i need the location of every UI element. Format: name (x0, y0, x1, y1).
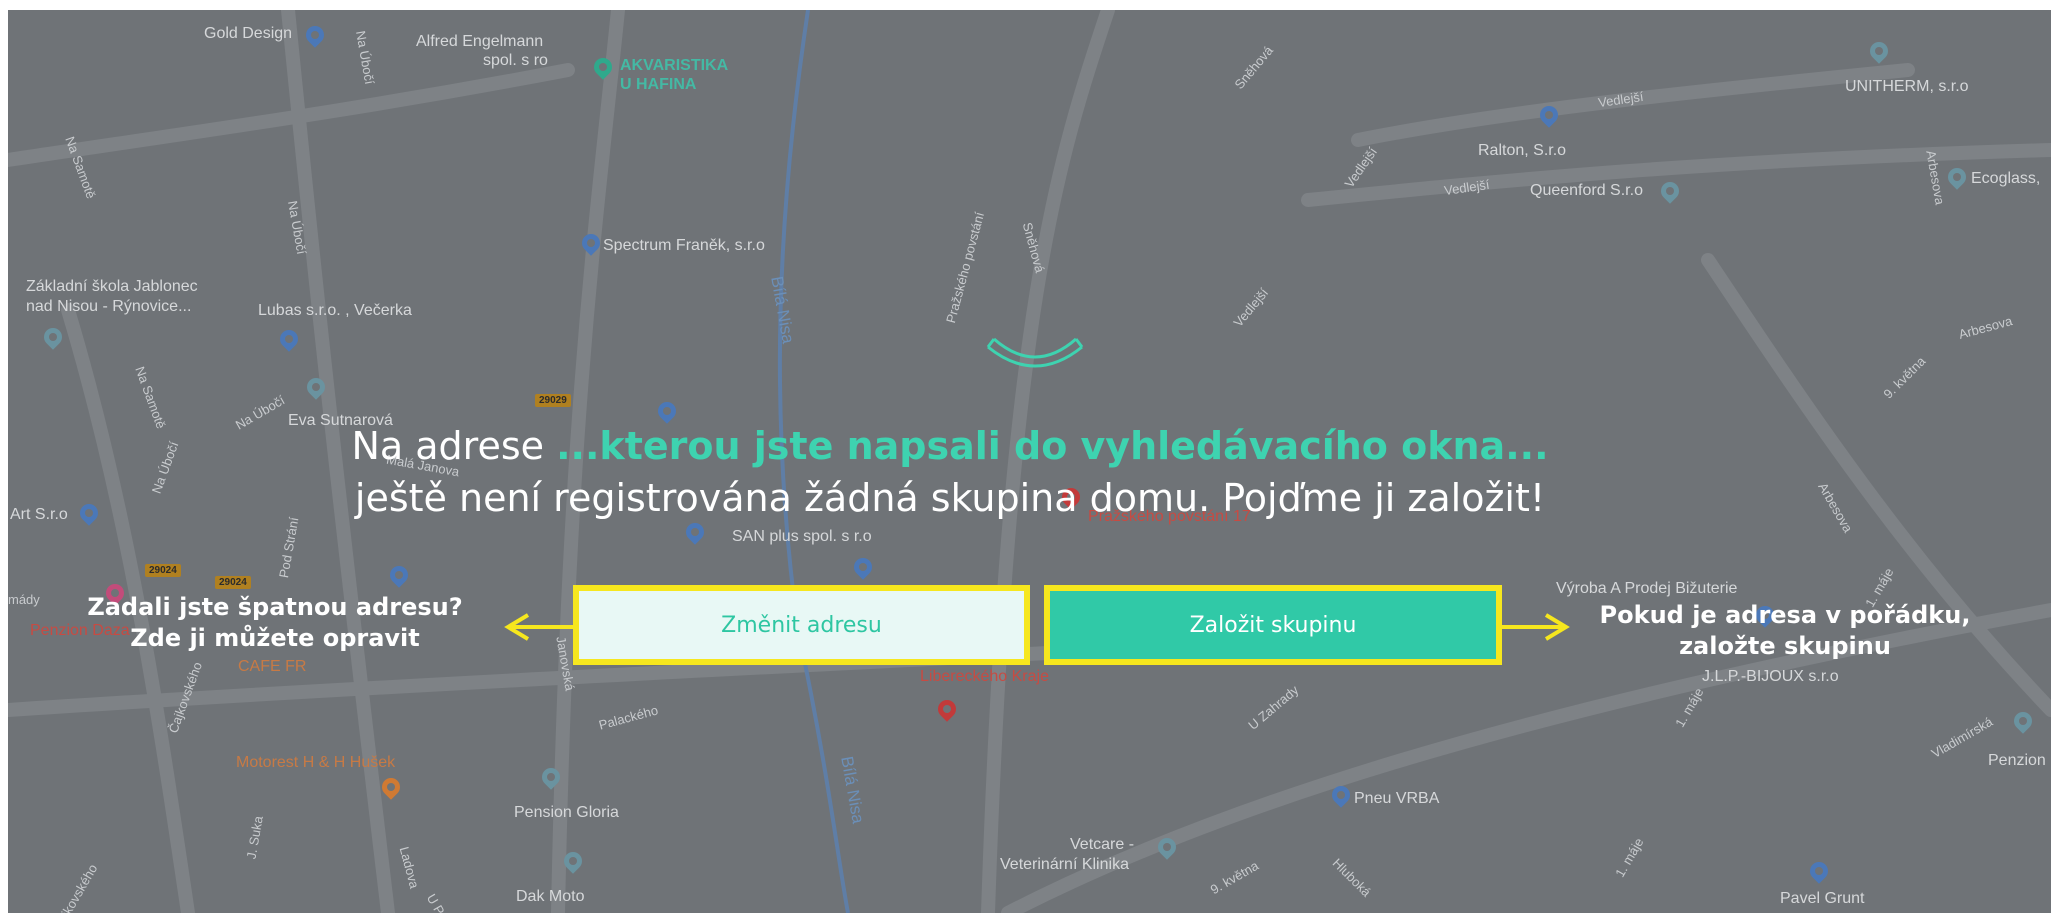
map-label-ralton: Ralton, S.r.o (1478, 142, 1567, 159)
map-label-vetcare: Vetcare - (1070, 836, 1135, 853)
map-label-lubas: Lubas s.r.o. , Večerka (258, 302, 412, 319)
map-label-spectrum: Spectrum Franěk, s.r.o (603, 237, 765, 254)
route-badge: 29024 (215, 576, 251, 589)
change-address-button[interactable]: Změnit adresu (573, 585, 1030, 665)
map-label-alfred-2: spol. s ro (483, 52, 548, 69)
route-badge: 29024 (145, 564, 181, 577)
street-label: mády (8, 592, 40, 607)
headline-before: Na adrese (351, 424, 545, 468)
map-label-cafe-fr: CAFE FR (238, 658, 307, 675)
map-label-ecoglass: Ecoglass, (1971, 170, 2041, 187)
headline-address-placeholder: ...kterou jste napsali do vyhledávacího … (556, 424, 1549, 468)
map-label-art: Art S.r.o (10, 506, 68, 523)
annotation-wrong-address: Zadali jste špatnou adresu? Zde ji můžet… (50, 592, 500, 654)
map-label-pneu-vrba: Pneu VRBA (1354, 790, 1440, 807)
arrow-left-icon (504, 613, 574, 641)
loading-spinner-icon (986, 337, 1084, 368)
map-label-akvaristika: AKVARISTIKA (620, 57, 729, 74)
annotation-address-ok-line2: založte skupinu (1679, 632, 1891, 660)
map-label-pavel-grunt: Pavel Grunt (1780, 890, 1865, 907)
map-label-queenford: Queenford S.r.o (1530, 182, 1643, 199)
map-label-dak-moto: Dak Moto (516, 888, 585, 905)
arrow-right-icon (1502, 613, 1570, 641)
map-label-san-plus: SAN plus spol. s r.o (732, 528, 872, 545)
map-label-akvaristika-2: U HAFINA (620, 76, 697, 93)
map-label-pension-gloria: Pension Gloria (514, 804, 619, 821)
create-group-button[interactable]: Založit skupinu (1044, 585, 1502, 665)
headline-after: ještě není registrována žádná skupina do… (354, 476, 1546, 520)
map-label-jlp: J.L.P.-BIJOUX s.r.o (1702, 668, 1839, 685)
annotation-wrong-address-line2: Zde ji můžete opravit (130, 624, 420, 652)
map-label-motorest: Motorest H & H Hušek (236, 754, 396, 771)
annotation-address-ok-line1: Pokud je adresa v pořádku, (1599, 601, 1971, 629)
map-label-zakladni: Základní škola Jablonec (26, 278, 198, 295)
map-label-gold-design: Gold Design (204, 25, 293, 42)
map-label-liberecky: Libereckého Kraje (920, 668, 1049, 685)
route-badge: 29029 (535, 394, 571, 407)
map-label-alfred: Alfred Engelmann (416, 33, 544, 50)
map-label-vyroba: Výroba A Prodej Bižuterie (1556, 580, 1738, 597)
no-group-message: Na adrese ...kterou jste napsali do vyhl… (330, 420, 1570, 524)
map-label-penzion-r: Penzion (1988, 752, 2046, 769)
annotation-address-ok: Pokud je adresa v pořádku, založte skupi… (1570, 600, 2000, 662)
annotation-wrong-address-line1: Zadali jste špatnou adresu? (87, 593, 463, 621)
map-label-vetcare-2: Veterinární Klinika (1000, 856, 1129, 873)
map-label-unitherm: UNITHERM, s.r.o (1845, 78, 1969, 95)
map-label-zakladni-2: nad Nisou - Rýnovice... (26, 298, 192, 315)
